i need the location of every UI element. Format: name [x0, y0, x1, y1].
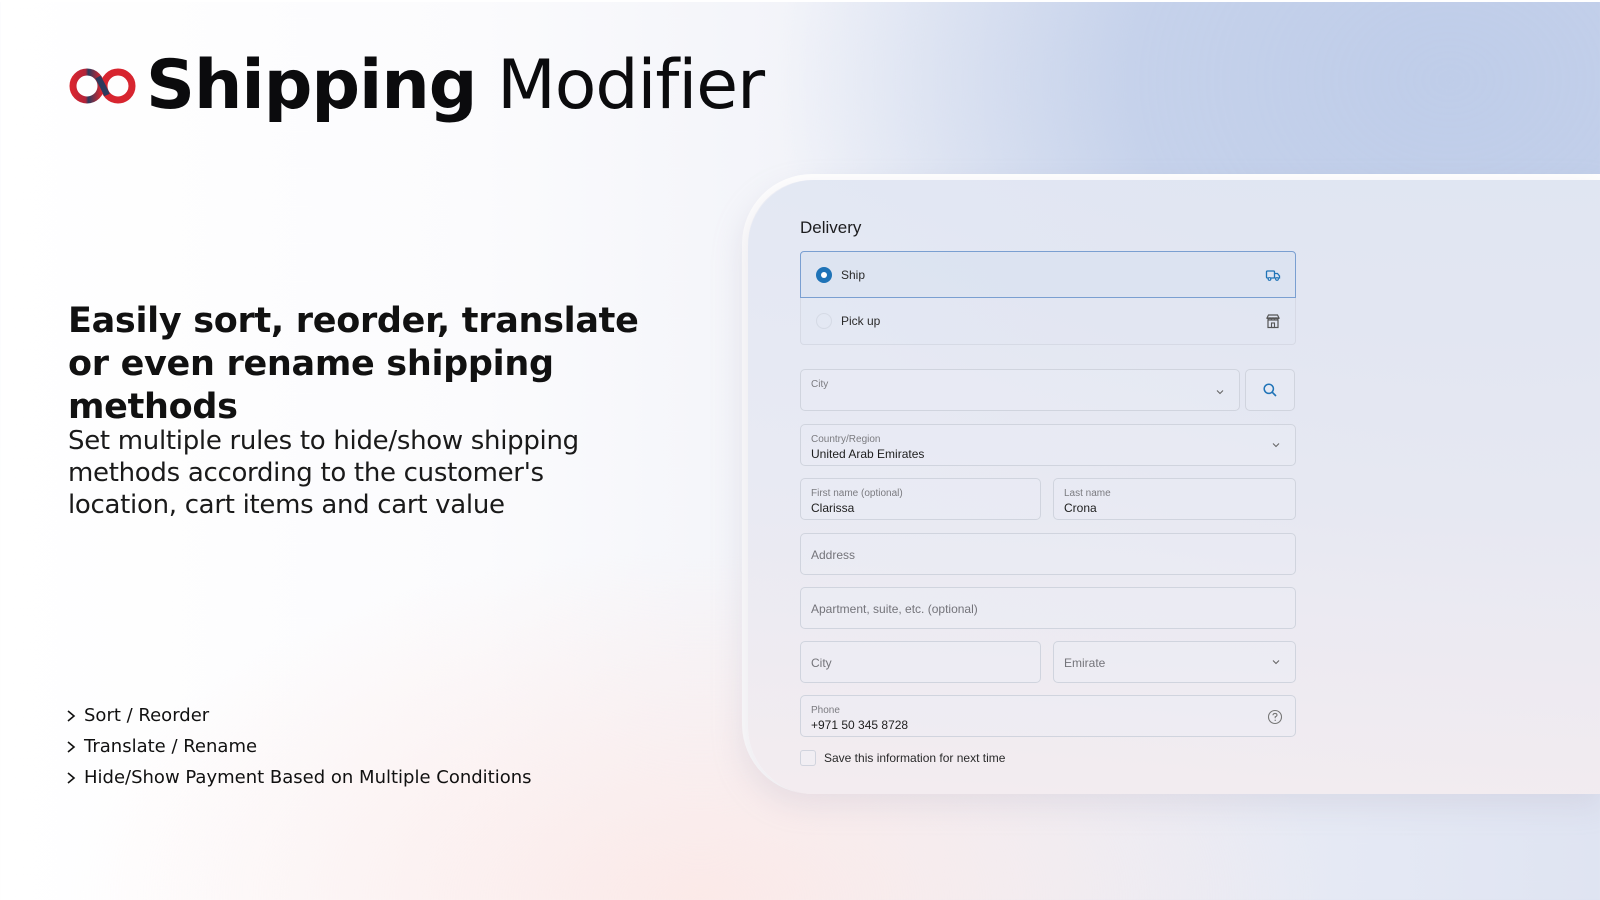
app-title-light: Modifier — [497, 46, 765, 125]
phone-input[interactable]: Phone +971 50 345 8728 — [800, 695, 1296, 737]
help-circle-icon[interactable] — [1267, 709, 1283, 725]
chevron-down-icon — [1272, 443, 1280, 448]
country-value: United Arab Emirates — [811, 447, 925, 461]
top-edge — [0, 0, 1600, 2]
first-name-label: First name (optional) — [811, 488, 903, 499]
delivery-option-label: Pick up — [841, 314, 881, 328]
last-name-input[interactable]: Last name Crona — [1053, 478, 1296, 520]
feature-label: Sort / Reorder — [84, 705, 210, 726]
headline: Easily sort, reorder, translate or even … — [68, 301, 639, 427]
city-input[interactable]: City — [800, 641, 1041, 683]
save-info-row[interactable]: Save this information for next time — [800, 750, 1005, 766]
address-input[interactable]: Address — [800, 533, 1296, 575]
apartment-input[interactable]: Apartment, suite, etc. (optional) — [800, 587, 1296, 629]
delivery-option-ship[interactable]: Ship — [800, 251, 1296, 298]
chevron-right-icon — [67, 709, 76, 722]
feature-list: Sort / Reorder Translate / Rename Hide/S… — [64, 700, 532, 793]
first-name-value: Clarissa — [811, 501, 855, 515]
feature-item: Sort / Reorder — [64, 700, 532, 731]
first-name-input[interactable]: First name (optional) Clarissa — [800, 478, 1041, 520]
emirate-select[interactable]: Emirate — [1053, 641, 1296, 683]
chevron-right-icon — [67, 740, 76, 753]
pickup-radio[interactable] — [816, 313, 832, 329]
phone-value: +971 50 345 8728 — [811, 718, 909, 732]
city-lookup-label: City — [811, 379, 829, 390]
delivery-option-label: Ship — [841, 267, 866, 282]
chevron-right-icon — [67, 771, 76, 784]
chevron-down-icon — [1272, 660, 1280, 665]
apartment-placeholder: Apartment, suite, etc. (optional) — [811, 602, 978, 616]
city-search-button[interactable] — [1245, 369, 1295, 411]
city-lookup-select[interactable]: City — [800, 369, 1240, 411]
feature-label: Hide/Show Payment Based on Multiple Cond… — [84, 767, 532, 788]
ship-radio[interactable] — [816, 266, 832, 283]
save-info-checkbox[interactable] — [800, 750, 816, 766]
last-name-label: Last name — [1064, 488, 1111, 499]
feature-item: Hide/Show Payment Based on Multiple Cond… — [64, 762, 532, 793]
emirate-placeholder: Emirate — [1064, 656, 1106, 670]
country-select[interactable]: Country/Region United Arab Emirates — [800, 424, 1296, 466]
save-info-label: Save this information for next time — [824, 751, 1006, 765]
app-title-bold: Shipping — [146, 46, 477, 125]
last-name-value: Crona — [1064, 501, 1097, 515]
phone-label: Phone — [811, 705, 840, 716]
store-icon — [1266, 314, 1280, 329]
brand-header: Shipping Modifier — [68, 52, 765, 120]
truck-icon — [1265, 269, 1281, 281]
chevron-down-icon — [1216, 390, 1224, 395]
country-label: Country/Region — [811, 434, 881, 445]
app-title: Shipping Modifier — [146, 52, 765, 120]
subtext: Set multiple rules to hide/show shipping… — [68, 426, 579, 520]
address-placeholder: Address — [811, 548, 856, 562]
search-icon — [1263, 383, 1277, 397]
delivery-heading: Delivery — [800, 218, 862, 237]
delivery-option-pickup[interactable]: Pick up — [800, 298, 1296, 345]
feature-label: Translate / Rename — [84, 736, 258, 757]
city-placeholder: City — [811, 656, 832, 670]
feature-item: Translate / Rename — [64, 731, 532, 762]
infinity-logo-icon — [69, 68, 136, 104]
